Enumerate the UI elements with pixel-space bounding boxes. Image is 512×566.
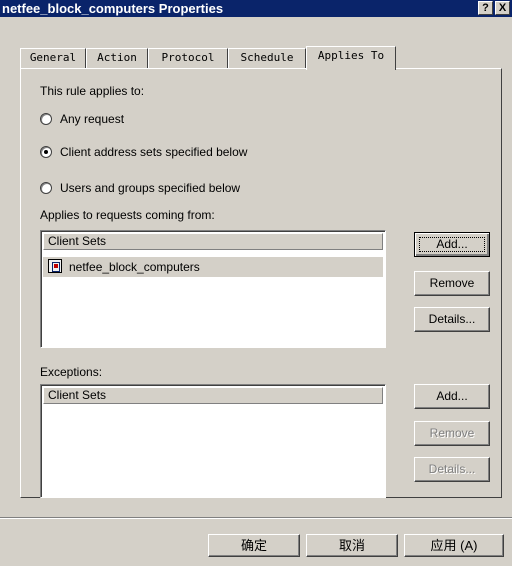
focus-rect [419,237,485,252]
requests-remove-label: Remove [429,276,475,290]
exceptions-details-button: Details... [414,457,490,482]
radio-client-address-sets-label[interactable]: Client address sets specified below [60,145,247,159]
tab-protocol[interactable]: Protocol [148,48,228,68]
radio-any-request-label[interactable]: Any request [60,112,124,126]
applies-heading: This rule applies to: [40,84,145,98]
exceptions-label: Exceptions: [40,365,103,379]
list-item[interactable]: netfee_block_computers [43,257,383,277]
requests-add-button[interactable]: Add... [414,232,490,257]
requests-remove-button[interactable]: Remove [414,271,490,296]
radio-any-request[interactable] [40,113,52,125]
close-button[interactable]: X [495,1,510,15]
requests-client-sets-list[interactable]: Client Sets netfee_block_computers [40,230,386,348]
requests-label: Applies to requests coming from: [40,208,215,222]
properties-dialog: netfee_block_computers Properties ? X Ge… [0,0,512,566]
tab-applies-to[interactable]: Applies To [306,46,396,70]
tab-general[interactable]: General [20,48,86,68]
exceptions-details-label: Details... [428,462,476,476]
list-item-label: netfee_block_computers [69,260,200,274]
tab-schedule[interactable]: Schedule [228,48,306,68]
requests-details-label: Details... [428,312,476,326]
exceptions-add-button[interactable]: Add... [414,384,490,409]
title-bar: netfee_block_computers Properties ? X [0,0,512,17]
radio-users-groups-label[interactable]: Users and groups specified below [60,181,240,195]
exceptions-remove-label: Remove [429,426,475,440]
ok-button[interactable]: 确定 [208,534,300,557]
client-set-icon [48,259,62,273]
window-title: netfee_block_computers Properties [2,1,224,16]
column-header-client-sets[interactable]: Client Sets [43,233,383,250]
requests-details-button[interactable]: Details... [414,307,490,332]
column-header-client-sets[interactable]: Client Sets [43,387,383,404]
help-button[interactable]: ? [478,1,493,15]
apply-button[interactable]: 应用 (A) [404,534,504,557]
radio-dot-icon [44,150,48,154]
radio-client-address-sets[interactable] [40,146,52,158]
radio-users-groups[interactable] [40,182,52,194]
cancel-button[interactable]: 取消 [306,534,398,557]
footer-divider [0,517,512,519]
tab-action[interactable]: Action [86,48,148,68]
exceptions-client-sets-list[interactable]: Client Sets [40,384,386,498]
exceptions-add-label: Add... [436,389,468,403]
exceptions-remove-button: Remove [414,421,490,446]
